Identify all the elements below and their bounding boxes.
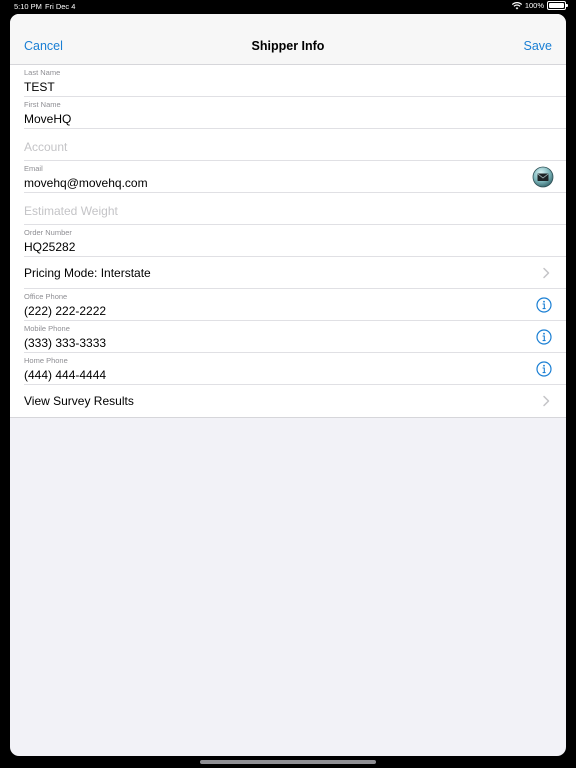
home-phone-field[interactable]: Home Phone (444) 444-4444 [24,353,566,385]
email-label: Email [24,164,43,173]
email-field[interactable]: Email movehq@movehq.com [24,161,566,193]
wifi-icon [511,1,522,9]
office-phone-value[interactable]: (222) 222-2222 [24,304,106,318]
estimated-weight-placeholder[interactable]: Estimated Weight [24,204,118,218]
battery-percent: 100% [524,1,544,10]
mobile-phone-value[interactable]: (333) 333-3333 [24,336,106,350]
email-value[interactable]: movehq@movehq.com [24,176,148,190]
info-icon[interactable] [536,329,552,345]
info-icon[interactable] [536,361,552,377]
survey-results-row[interactable]: View Survey Results [24,385,566,417]
navigation-bar: Cancel Shipper Info Save [10,14,566,65]
status-time: 5:10 PM [14,2,42,11]
shipper-form: Last Name TEST First Name MoveHQ Account… [10,65,566,418]
shipper-info-sheet: Cancel Shipper Info Save Last Name TEST … [10,14,566,756]
last-name-value[interactable]: TEST [24,80,55,94]
chevron-right-icon [543,267,550,279]
order-number-field[interactable]: Order Number HQ25282 [24,225,566,257]
survey-results-text: View Survey Results [24,394,134,408]
office-phone-label: Office Phone [24,292,68,301]
status-date: Fri Dec 4 [45,2,76,11]
info-icon[interactable] [536,297,552,313]
first-name-value[interactable]: MoveHQ [24,112,71,126]
pricing-mode-row[interactable]: Pricing Mode: Interstate [24,257,566,289]
home-phone-value[interactable]: (444) 444-4444 [24,368,106,382]
home-phone-label: Home Phone [24,356,68,365]
mail-icon[interactable] [532,166,554,188]
status-bar: 5:10 PM Fri Dec 4 100% [0,0,576,13]
last-name-field[interactable]: Last Name TEST [24,65,566,97]
order-number-value[interactable]: HQ25282 [24,240,75,254]
order-number-label: Order Number [24,228,72,237]
office-phone-field[interactable]: Office Phone (222) 222-2222 [24,289,566,321]
battery-icon [547,1,568,10]
last-name-label: Last Name [24,68,61,77]
mobile-phone-label: Mobile Phone [24,324,70,333]
home-indicator[interactable] [200,760,376,764]
page-title: Shipper Info [251,39,325,53]
first-name-label: First Name [24,100,61,109]
first-name-field[interactable]: First Name MoveHQ [24,97,566,129]
save-button[interactable]: Save [524,39,553,53]
mobile-phone-field[interactable]: Mobile Phone (333) 333-3333 [24,321,566,353]
account-field[interactable]: Account [24,129,566,161]
chevron-right-icon [543,395,550,407]
account-placeholder[interactable]: Account [24,140,67,154]
estimated-weight-field[interactable]: Estimated Weight [24,193,566,225]
status-indicators: 100% [511,1,568,10]
pricing-mode-text: Pricing Mode: Interstate [24,266,151,280]
